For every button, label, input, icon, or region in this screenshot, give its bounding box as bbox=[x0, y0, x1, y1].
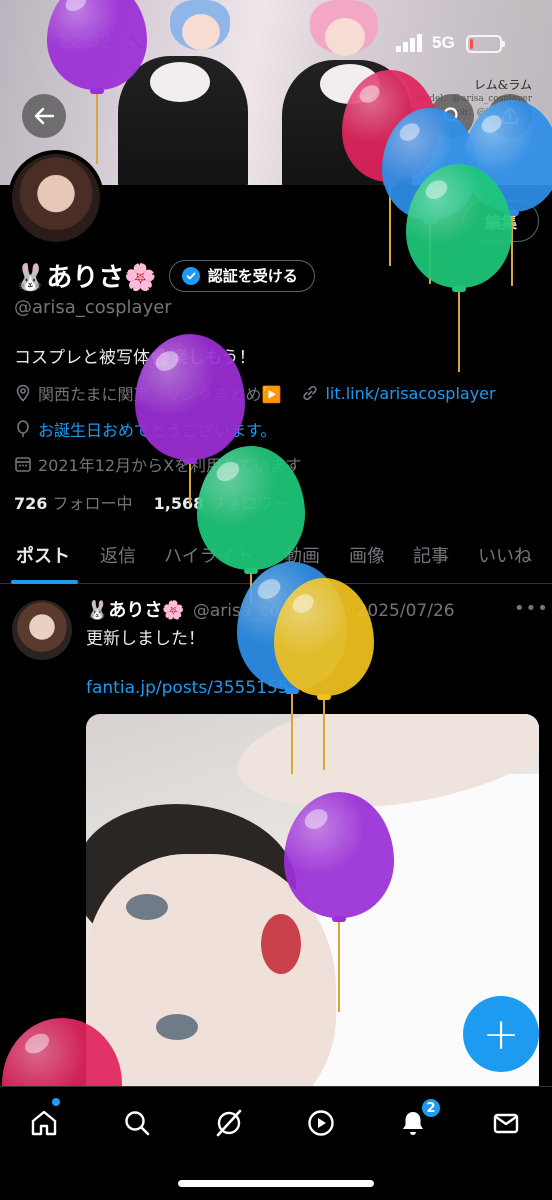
battery-icon bbox=[466, 35, 505, 53]
search-icon bbox=[443, 107, 462, 126]
back-button[interactable] bbox=[22, 94, 66, 138]
location-pin-icon bbox=[16, 384, 30, 402]
verified-badge-icon bbox=[181, 266, 200, 285]
profile-name: 🐰ありさ🌸 bbox=[14, 263, 157, 293]
balloon-string bbox=[429, 224, 431, 284]
home-indicator bbox=[178, 1180, 374, 1187]
profile-birthday-row: お誕生日おめでとうございます。 bbox=[14, 417, 276, 441]
tab-videos[interactable]: 動画 bbox=[284, 542, 320, 568]
photo-eye bbox=[126, 894, 168, 920]
network-type: 5G bbox=[432, 33, 455, 52]
video-icon bbox=[308, 1110, 334, 1136]
calendar-icon bbox=[15, 457, 31, 472]
profile-location-row: 関西たまに関東 リンクまとめ▶️ lit.link/arisacosplayer bbox=[14, 381, 496, 405]
tab-posts[interactable]: ポスト bbox=[16, 542, 70, 568]
following-label: フォロー中 bbox=[52, 494, 133, 513]
following-count: 726 bbox=[14, 494, 48, 513]
link-icon bbox=[303, 385, 318, 401]
photo-eye bbox=[156, 1014, 198, 1040]
notifications-badge: 2 bbox=[420, 1097, 442, 1119]
battery-nub bbox=[502, 41, 505, 47]
share-button[interactable] bbox=[488, 94, 532, 138]
nav-home[interactable] bbox=[24, 1103, 64, 1143]
post-author-handle: @arisa_cosplayer bbox=[192, 601, 342, 621]
battery-level bbox=[470, 39, 473, 49]
balloon-string bbox=[458, 292, 460, 372]
tab-media[interactable]: 画像 bbox=[349, 542, 385, 568]
cellular-signal-icon bbox=[396, 34, 422, 52]
post-link[interactable]: fantia.jp/posts/3555155 bbox=[86, 678, 289, 698]
birthday-message[interactable]: お誕生日おめでとうございます。 bbox=[38, 417, 276, 441]
messages-icon bbox=[493, 1113, 519, 1134]
post-more-options-icon[interactable]: ••• bbox=[514, 598, 549, 619]
edit-profile-button[interactable]: 編集 bbox=[463, 200, 539, 242]
home-icon bbox=[31, 1110, 57, 1136]
silent-bell-icon bbox=[129, 35, 143, 49]
active-tab-indicator bbox=[11, 580, 78, 584]
balloon-knot bbox=[317, 694, 331, 700]
photo-lips bbox=[261, 914, 301, 974]
post-text: 更新しました！ bbox=[86, 629, 205, 649]
tab-articles[interactable]: 記事 bbox=[413, 542, 449, 568]
balloon-shine bbox=[21, 1029, 53, 1058]
nav-search[interactable] bbox=[117, 1103, 157, 1143]
photo-face bbox=[86, 854, 336, 1114]
compose-post-button[interactable]: + bbox=[463, 996, 539, 1072]
tab-highlights[interactable]: ハイライト bbox=[164, 542, 254, 568]
post-author-avatar[interactable] bbox=[12, 600, 72, 660]
profile-avatar[interactable] bbox=[8, 150, 104, 246]
following-link[interactable]: 726 フォロー中 bbox=[14, 494, 133, 513]
profile-name-row: 🐰ありさ🌸 認証を受ける bbox=[14, 257, 315, 294]
profile-location: 関西たまに関東 リンクまとめ▶️ bbox=[38, 385, 282, 404]
post-date: · 2025/07/26 bbox=[345, 601, 455, 621]
home-unread-dot bbox=[52, 1098, 60, 1106]
share-icon bbox=[502, 107, 518, 124]
tab-likes[interactable]: いいね bbox=[478, 542, 532, 568]
grok-icon bbox=[216, 1109, 242, 1137]
profile-tabs: ポスト 返信 ハイライト 動画 画像 記事 いいね bbox=[0, 536, 552, 584]
search-profile-button[interactable] bbox=[430, 94, 474, 138]
followers-label: フォロワー bbox=[209, 494, 290, 513]
post-header: 🐰ありさ🌸 @arisa_cosplayer · 2025/07/26 bbox=[86, 596, 455, 622]
balloon-string bbox=[389, 186, 391, 266]
nav-messages[interactable] bbox=[486, 1103, 526, 1143]
profile-joined-row: 2021年12月からXを利用しています bbox=[14, 452, 302, 476]
balloon-knot bbox=[423, 218, 437, 224]
profile-handle: @arisa_cosplayer bbox=[14, 297, 172, 318]
profile-joined-date: 2021年12月からXを利用しています bbox=[38, 456, 302, 475]
balloon bbox=[406, 164, 512, 378]
followers-count: 1,568 bbox=[153, 494, 205, 513]
get-verified-button[interactable]: 認証を受ける bbox=[168, 259, 315, 292]
followers-link[interactable]: 1,568 フォロワー bbox=[154, 494, 290, 513]
post-author-name[interactable]: 🐰ありさ🌸 bbox=[86, 596, 185, 622]
profile-website-link[interactable]: lit.link/arisacosplayer bbox=[325, 384, 495, 403]
tab-replies[interactable]: 返信 bbox=[100, 542, 136, 568]
profile-bio: コスプレと被写体🌸楽しもう！ bbox=[14, 348, 256, 368]
arrow-left-icon bbox=[34, 107, 55, 125]
status-bar: 22:32 5G bbox=[0, 0, 552, 90]
nav-grok[interactable] bbox=[209, 1103, 249, 1143]
balloon-icon bbox=[17, 420, 29, 437]
get-verified-label: 認証を受ける bbox=[207, 267, 298, 285]
follow-stats: 726 フォロー中 1,568 フォロワー bbox=[14, 490, 289, 514]
nav-video[interactable] bbox=[301, 1103, 341, 1143]
search-icon bbox=[125, 1111, 150, 1136]
status-time: 22:32 bbox=[58, 30, 112, 53]
balloon-knot bbox=[452, 286, 466, 292]
